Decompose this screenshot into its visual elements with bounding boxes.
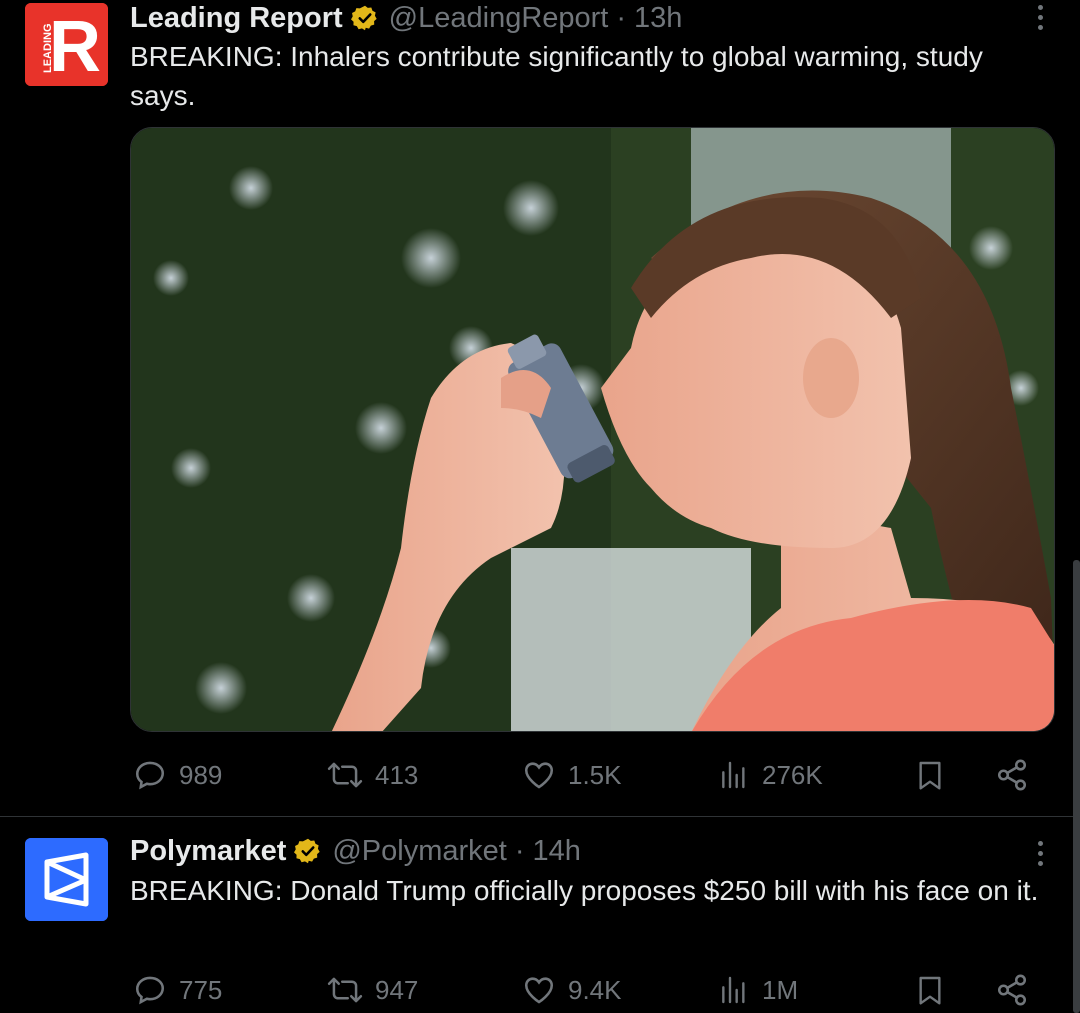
author-handle[interactable]: @LeadingReport [389, 2, 609, 35]
views-count: 1M [762, 974, 799, 1005]
share-button[interactable] [995, 755, 1029, 795]
tweet-polymarket[interactable]: Polymarket @Polymarket · 14h BREAKING: D… [0, 817, 1080, 1013]
repost-button[interactable]: 947 [327, 970, 418, 1010]
reply-count: 989 [179, 759, 223, 790]
tweet-image[interactable] [130, 127, 1055, 732]
separator-dot: · [616, 1, 627, 34]
bookmark-icon [919, 976, 941, 1005]
bookmark-icon [919, 761, 941, 790]
tweet-header: Polymarket @Polymarket · 14h [130, 833, 581, 869]
verified-badge-icon [294, 837, 322, 865]
author-name[interactable]: Leading Report [130, 2, 343, 35]
scrollbar[interactable] [1073, 560, 1080, 1013]
like-button[interactable]: 1.5K [522, 755, 622, 795]
views-count: 276K [762, 759, 823, 790]
tweet-time[interactable]: 14h [533, 835, 581, 868]
repost-count: 947 [375, 974, 419, 1005]
reply-button[interactable]: 775 [133, 970, 222, 1010]
avatar-polymarket[interactable] [25, 838, 108, 921]
svg-text:LEADING: LEADING [42, 24, 54, 74]
share-icon [997, 974, 1027, 1006]
repost-count: 413 [375, 759, 419, 790]
tweet-actions: 989 413 1.5K 276K [0, 755, 1080, 795]
separator-dot: · [514, 834, 525, 867]
leading-report-logo-icon: R LEADING [25, 3, 108, 86]
inhaler-photo-icon [131, 128, 1054, 731]
tweet-text: BREAKING: Donald Trump officially propos… [130, 875, 1039, 906]
views-button[interactable]: 1M [718, 970, 798, 1010]
like-count: 1.5K [568, 759, 622, 790]
views-icon [722, 761, 745, 789]
tweet-header: Leading Report @LeadingReport · 13h [130, 0, 682, 36]
tweet-leading-report[interactable]: R LEADING Leading Report @LeadingReport … [0, 0, 1080, 816]
like-icon [524, 977, 554, 1004]
tweet-time[interactable]: 13h [634, 2, 682, 35]
svg-text:R: R [49, 7, 101, 86]
more-options-icon[interactable] [1030, 0, 1050, 34]
tweet-text: BREAKING: Inhalers contribute significan… [130, 41, 983, 111]
like-button[interactable]: 9.4K [522, 970, 622, 1010]
repost-button[interactable]: 413 [327, 755, 418, 795]
tweet-actions: 775 947 9.4K 1M [0, 970, 1080, 1010]
views-button[interactable]: 276K [718, 755, 823, 795]
bookmark-button[interactable] [914, 755, 946, 795]
views-icon [722, 976, 745, 1004]
bookmark-button[interactable] [914, 970, 946, 1010]
share-button[interactable] [995, 970, 1029, 1010]
reply-icon [135, 976, 165, 1005]
more-options-icon[interactable] [1030, 836, 1050, 870]
reply-button[interactable]: 989 [133, 755, 222, 795]
repost-icon [327, 762, 363, 788]
reply-icon [135, 761, 165, 790]
like-icon [524, 762, 554, 789]
avatar-leading-report[interactable]: R LEADING [25, 3, 108, 86]
share-icon [997, 759, 1027, 791]
polymarket-logo-icon [25, 838, 108, 921]
verified-badge-icon [350, 4, 379, 32]
reply-count: 775 [179, 974, 223, 1005]
author-name[interactable]: Polymarket [130, 835, 286, 868]
author-handle[interactable]: @Polymarket [332, 835, 506, 868]
repost-icon [327, 977, 363, 1003]
like-count: 9.4K [568, 974, 622, 1005]
